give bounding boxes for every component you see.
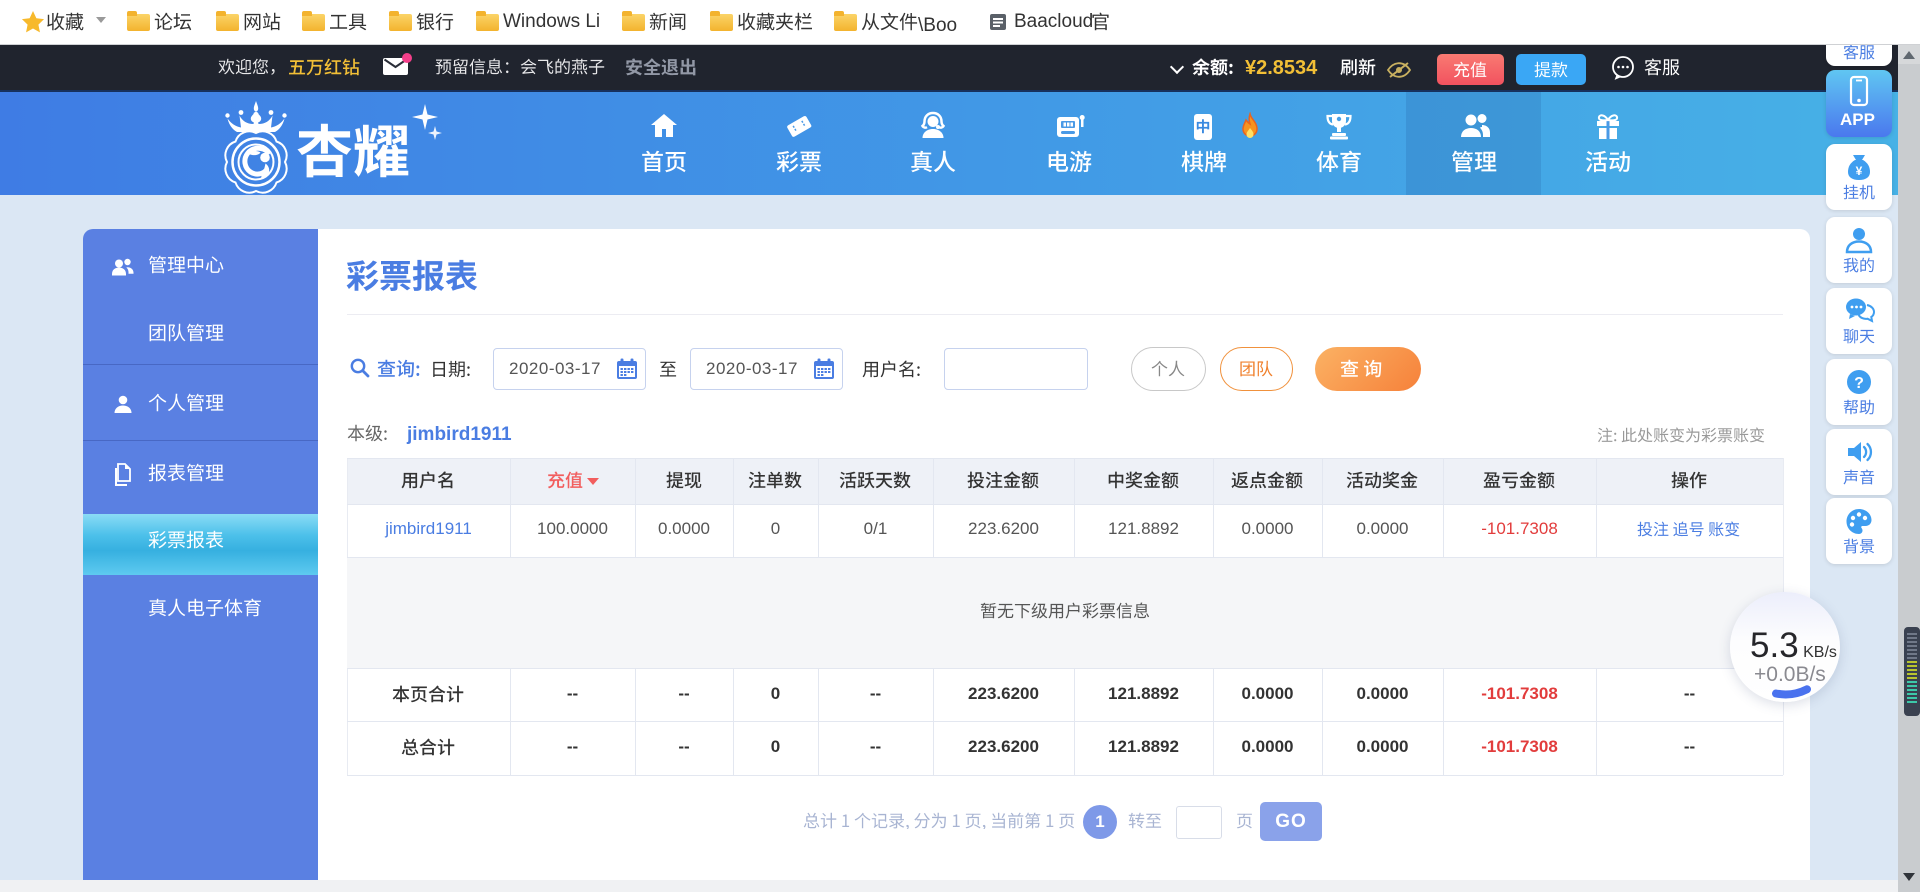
svg-text:¥: ¥ bbox=[1856, 164, 1863, 178]
svg-text:?: ? bbox=[1854, 375, 1864, 392]
